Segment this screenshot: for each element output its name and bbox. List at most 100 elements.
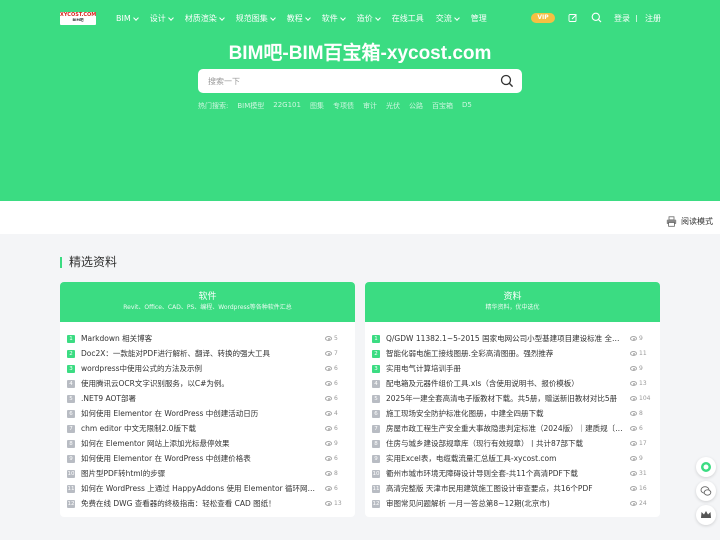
item-title[interactable]: wordpress中使用公式的方法及示例 <box>81 363 319 374</box>
nav-item[interactable]: 教程 <box>287 13 311 24</box>
item-title[interactable]: 图片型PDF转html的步骤 <box>81 468 319 479</box>
nav-item[interactable]: 管理 <box>471 13 487 24</box>
list-item[interactable]: 8 住房与城乡建设部规章库（现行有效规章）丨共计87部下载 17 <box>372 436 652 451</box>
rank-badge: 6 <box>67 409 75 418</box>
eye-icon <box>630 396 637 401</box>
view-count: 8 <box>630 410 652 417</box>
view-count: 13 <box>325 500 347 507</box>
item-title[interactable]: 高清完整版 天津市民用建筑施工图设计审查要点，共16个PDF <box>386 483 624 494</box>
item-title[interactable]: 免费在线 DWG 查看器的终极指南：轻松查看 CAD 图纸！ <box>81 498 319 509</box>
list-item[interactable]: 5 2025年一建全套高清电子版教材下载。共5册，赠送新旧教材对比5册 104 <box>372 391 652 406</box>
list-item[interactable]: 11 高清完整版 天津市民用建筑施工图设计审查要点，共16个PDF 16 <box>372 481 652 496</box>
item-title[interactable]: 使用腾讯云OCR文字识别服务，以C#为例。 <box>81 378 319 389</box>
list-item[interactable]: 12 免费在线 DWG 查看器的终极指南：轻松查看 CAD 图纸！ 13 <box>67 496 347 511</box>
item-title[interactable]: Q/GDW 11382.1~5-2015 国家电网公司小型基建项目建设标准 全5… <box>386 333 624 344</box>
item-title[interactable]: 如何使用 Elementor 在 WordPress 中创建价格表 <box>81 453 319 464</box>
list-item[interactable]: 9 实用Excel表，电缆载流量汇总版工具-xycost.com 9 <box>372 451 652 466</box>
hot-search-term[interactable]: 22G101 <box>273 101 301 111</box>
list-item[interactable]: 11 如何在 WordPress 上通过 HappyAddons 使用 Eleme… <box>67 481 347 496</box>
chat-icon <box>700 486 712 496</box>
item-title[interactable]: 实用Excel表，电缆载流量汇总版工具-xycost.com <box>386 453 624 464</box>
nav-item[interactable]: 在线工具 <box>392 13 424 24</box>
item-title[interactable]: 如何在 WordPress 上通过 HappyAddons 使用 Element… <box>81 483 319 494</box>
list-item[interactable]: 3 wordpress中使用公式的方法及示例 6 <box>67 361 347 376</box>
hot-search-term[interactable]: 公路 <box>409 101 423 111</box>
search-input[interactable] <box>208 75 488 87</box>
chat-button[interactable] <box>696 481 716 501</box>
item-title[interactable]: 施工现场安全防护标准化图册，中建全四册下载 <box>386 408 624 419</box>
list-item[interactable]: 4 使用腾讯云OCR文字识别服务，以C#为例。 6 <box>67 376 347 391</box>
list-item[interactable]: 6 如何使用 Elementor 在 WordPress 中创建活动日历 4 <box>67 406 347 421</box>
item-title[interactable]: Markdown 相关博客 <box>81 333 319 344</box>
eye-icon <box>325 411 332 416</box>
service-button[interactable] <box>696 457 716 477</box>
list-item[interactable]: 1 Markdown 相关博客 5 <box>67 331 347 346</box>
eye-icon <box>325 351 332 356</box>
hot-search-term[interactable]: 专项债 <box>333 101 354 111</box>
card-header[interactable]: 软件 Revit、Office、CAD、PS、编程、Wordpress等各种软件… <box>60 282 355 322</box>
view-count-value: 17 <box>639 440 647 447</box>
item-title[interactable]: 审图常见问题解析 一月一答总第8~12期(北京市) <box>386 498 624 509</box>
list-item[interactable]: 10 图片型PDF转html的步骤 8 <box>67 466 347 481</box>
register-link[interactable]: 注册 <box>645 13 661 24</box>
list-item[interactable]: 6 施工现场安全防护标准化图册，中建全四册下载 8 <box>372 406 652 421</box>
list-item[interactable]: 7 chm editor 中文无限制2.0版下载 6 <box>67 421 347 436</box>
view-count: 31 <box>630 470 652 477</box>
item-title[interactable]: 房屋市政工程生产安全重大事故隐患判定标准（2024版）｜建质规〔2024〕... <box>386 423 624 434</box>
list-item[interactable]: 5 .NET9 AOT部署 6 <box>67 391 347 406</box>
nav-item[interactable]: 交流 <box>436 13 460 24</box>
nav-item-label: 软件 <box>321 14 338 23</box>
nav-item[interactable]: 规范图集 <box>236 13 276 24</box>
hot-searches: 热门搜索: BIM模型 22G101 图集 专项债 审计 光伏 公路 百宝箱 D5 <box>198 101 472 111</box>
item-title[interactable]: 配电箱及元器件组价工具.xls（含使用说明书、报价模板） <box>386 378 624 389</box>
rank-badge: 2 <box>372 349 380 358</box>
item-title[interactable]: 住房与城乡建设部规章库（现行有效规章）丨共计87部下载 <box>386 438 624 449</box>
list-item[interactable]: 4 配电箱及元器件组价工具.xls（含使用说明书、报价模板） 13 <box>372 376 652 391</box>
card-header[interactable]: 资料 精华资料，优中选优 <box>365 282 660 322</box>
toolbar-band <box>0 201 720 234</box>
list-item[interactable]: 12 审图常见问题解析 一月一答总第8~12期(北京市) 24 <box>372 496 652 511</box>
list-item[interactable]: 2 Doc2X：一款能对PDF进行解析、翻译、转换的强大工具 7 <box>67 346 347 361</box>
view-count-value: 6 <box>334 485 338 492</box>
nav-item[interactable]: BIM <box>116 13 139 24</box>
list-item[interactable]: 8 如何在 Elementor 网站上添加光标悬停效果 9 <box>67 436 347 451</box>
hot-search-term[interactable]: 图集 <box>310 101 324 111</box>
list-item[interactable]: 1 Q/GDW 11382.1~5-2015 国家电网公司小型基建项目建设标准 全… <box>372 331 652 346</box>
nav-item-label: BIM <box>116 14 131 23</box>
search-button-icon[interactable] <box>500 74 514 88</box>
item-title[interactable]: 如何使用 Elementor 在 WordPress 中创建活动日历 <box>81 408 319 419</box>
hot-search-term[interactable]: 光伏 <box>386 101 400 111</box>
nav-item[interactable]: 设计 <box>150 13 174 24</box>
list-item[interactable]: 9 如何使用 Elementor 在 WordPress 中创建价格表 6 <box>67 451 347 466</box>
item-title[interactable]: chm editor 中文无限制2.0版下载 <box>81 423 319 434</box>
vip-float-button[interactable] <box>696 505 716 525</box>
edit-icon[interactable] <box>568 13 578 23</box>
item-title[interactable]: Doc2X：一款能对PDF进行解析、翻译、转换的强大工具 <box>81 348 319 359</box>
hot-search-term[interactable]: 审计 <box>363 101 377 111</box>
card-subtitle: 精华资料，优中选优 <box>485 304 540 311</box>
login-link[interactable]: 登录 <box>614 13 630 24</box>
item-title[interactable]: .NET9 AOT部署 <box>81 393 319 404</box>
list-item[interactable]: 3 实用电气计算培训手册 9 <box>372 361 652 376</box>
hot-search-term[interactable]: 百宝箱 <box>432 101 453 111</box>
nav-item[interactable]: 材质渲染 <box>185 13 225 24</box>
item-title[interactable]: 智能化弱电施工接线图册.全彩高清图册。强烈推荐 <box>386 348 624 359</box>
item-title[interactable]: 衢州市城市环境无障碍设计导则全套-共11个高清PDF下载 <box>386 468 624 479</box>
vip-badge[interactable]: VIP <box>531 13 555 23</box>
item-title[interactable]: 如何在 Elementor 网站上添加光标悬停效果 <box>81 438 319 449</box>
nav-item-label: 管理 <box>470 14 487 23</box>
nav-item[interactable]: 软件 <box>321 13 346 24</box>
item-title[interactable]: 实用电气计算培训手册 <box>386 363 624 374</box>
site-logo[interactable]: XYCOST.COM BIM吧 <box>60 12 96 25</box>
hot-search-term[interactable]: D5 <box>462 101 472 111</box>
rank-badge: 8 <box>372 439 380 448</box>
search-icon[interactable] <box>591 12 602 23</box>
reader-mode-button[interactable]: 阅读模式 <box>666 216 713 227</box>
item-title[interactable]: 2025年一建全套高清电子版教材下载。共5册，赠送新旧教材对比5册 <box>386 393 624 404</box>
view-count-value: 6 <box>334 455 338 462</box>
list-item[interactable]: 7 房屋市政工程生产安全重大事故隐患判定标准（2024版）｜建质规〔2024〕..… <box>372 421 652 436</box>
hot-search-term[interactable]: BIM模型 <box>237 101 264 111</box>
list-item[interactable]: 10 衢州市城市环境无障碍设计导则全套-共11个高清PDF下载 31 <box>372 466 652 481</box>
nav-item[interactable]: 造价 <box>357 13 381 24</box>
list-item[interactable]: 2 智能化弱电施工接线图册.全彩高清图册。强烈推荐 11 <box>372 346 652 361</box>
